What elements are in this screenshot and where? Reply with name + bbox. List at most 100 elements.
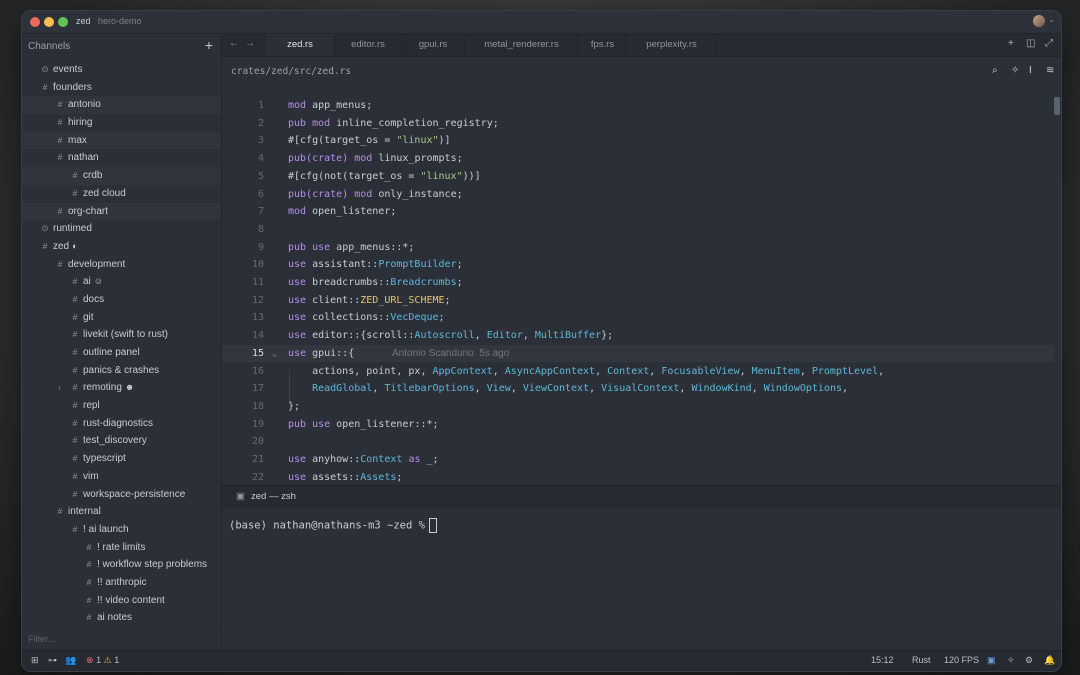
channel-item[interactable]: # outline panel — [22, 344, 221, 362]
code-line[interactable]: 17 ReadGlobal, TitlebarOptions, View, Vi… — [222, 380, 1054, 398]
channel-item[interactable]: # ai ☺ — [22, 273, 221, 291]
code-line[interactable]: 11 use breadcrumbs::Breadcrumbs; — [222, 274, 1054, 292]
code-line[interactable]: 19 pub use open_listener::*; — [222, 416, 1054, 434]
code-line[interactable]: 14 use editor::{scroll::Autoscroll, Edito… — [222, 327, 1054, 345]
channel-item[interactable]: # org-chart — [22, 202, 221, 221]
channel-item[interactable]: # test_discovery — [22, 432, 221, 450]
back-arrow-icon[interactable]: ← — [229, 38, 239, 49]
code-line[interactable]: 8 — [222, 221, 1054, 239]
channel-item[interactable]: # development — [22, 256, 221, 274]
code-line[interactable]: 10 use assistant::PromptBuilder; — [222, 256, 1054, 274]
channel-item[interactable]: # ! ai launch — [22, 521, 221, 539]
project-panel-icon[interactable]: ⊞ — [31, 655, 39, 666]
terminal-prompt[interactable]: (base) nathan@nathans-m3 ~zed % — [229, 518, 437, 533]
channel-item[interactable]: # panics & crashes — [22, 362, 221, 380]
cursor-position[interactable]: 15:12 — [871, 655, 894, 665]
channel-item[interactable]: ⊙ events — [22, 61, 221, 79]
code-line[interactable]: 6 pub(crate) mod only_instance; — [222, 186, 1054, 204]
tab-4[interactable]: metal_renderer.rs — [465, 34, 579, 56]
tab-6[interactable]: perplexity.rs — [627, 34, 717, 56]
code-line[interactable]: 15 ⌄ use gpui::{Antonio Scandurio 5s ago — [222, 344, 1054, 363]
channel-item[interactable]: # git — [22, 309, 221, 327]
add-channel-button[interactable]: + — [205, 37, 213, 53]
channel-item[interactable]: # max — [22, 131, 221, 150]
tab-3[interactable]: gpui.rs — [402, 34, 465, 56]
channel-item[interactable]: ⊙ runtimed — [22, 220, 221, 238]
channel-item[interactable]: # !! video content — [22, 592, 221, 610]
code-line[interactable]: 5 #[cfg(not(target_os = "linux"))] — [222, 168, 1054, 186]
fold-chevron-icon[interactable]: ⌄ — [272, 345, 277, 363]
breadcrumb[interactable]: crates/zed/src/zed.rs — [231, 66, 351, 77]
channel-item[interactable]: # founders — [22, 79, 221, 97]
code-line[interactable]: 2 pub mod inline_completion_registry; — [222, 115, 1054, 133]
channel-item[interactable]: # crdb — [22, 167, 221, 185]
code-line[interactable]: 1 mod app_menus; — [222, 97, 1054, 115]
code-line[interactable]: 20 — [222, 433, 1054, 451]
tab-2[interactable]: editor.rs — [335, 34, 402, 56]
editor-scrollbar[interactable] — [1054, 97, 1060, 115]
settings-icon[interactable]: ≋ — [1046, 65, 1054, 76]
line-number: 20 — [251, 436, 264, 448]
code-line[interactable]: 22 use assets::Assets; — [222, 469, 1054, 485]
channel-item[interactable]: # ai notes — [22, 609, 221, 627]
code-line[interactable]: 3 #[cfg(target_os = "linux")] — [222, 132, 1054, 150]
channel-item[interactable]: # workspace-persistence — [22, 486, 221, 504]
chevron-down-icon[interactable]: ⌄ — [1048, 15, 1055, 24]
channel-item[interactable]: # rust-diagnostics — [22, 415, 221, 433]
code-line[interactable]: 16 actions, point, px, AppContext, Async… — [222, 363, 1054, 381]
channel-item[interactable]: # ! workflow step problems — [22, 556, 221, 574]
terminal-tab[interactable]: ▣ zed — zsh — [236, 491, 296, 502]
channel-item[interactable]: # internal — [22, 503, 221, 521]
channel-item[interactable]: # repl — [22, 397, 221, 415]
branch-name[interactable]: hero-demo — [98, 16, 142, 26]
code-line[interactable]: 18}; — [222, 398, 1054, 416]
tab-5[interactable]: fps.rs — [579, 34, 627, 56]
code-line[interactable]: 21 use anyhow::Context as _; — [222, 451, 1054, 469]
channel-item[interactable]: # hiring — [22, 114, 221, 132]
code-line[interactable]: 12 use client::ZED_URL_SCHEME; — [222, 292, 1054, 310]
channel-item[interactable]: # nathan — [22, 149, 221, 167]
text-cursor-icon[interactable]: I — [1029, 65, 1032, 76]
tab-1[interactable]: zed.rs — [266, 34, 335, 56]
code-line[interactable]: 13 use collections::VecDeque; — [222, 309, 1054, 327]
filter-input[interactable]: Filter... — [28, 634, 55, 644]
forward-arrow-icon[interactable]: → — [245, 38, 255, 49]
inline-blame[interactable]: Antonio Scandurio 5s ago — [392, 345, 509, 363]
code-line[interactable]: 4 pub(crate) mod linux_prompts; — [222, 150, 1054, 168]
code-token: , — [799, 365, 812, 377]
user-avatar[interactable] — [1033, 15, 1045, 27]
channel-item[interactable]: › # remoting ☻ — [22, 379, 221, 397]
channel-item[interactable]: # ! rate limits — [22, 539, 221, 557]
project-name[interactable]: zed — [76, 16, 91, 26]
terminal-panel[interactable]: (base) nathan@nathans-m3 ~zed % — [222, 508, 1061, 650]
channel-item[interactable]: # docs — [22, 291, 221, 309]
language-selector[interactable]: Rust — [912, 655, 931, 665]
git-panel-icon[interactable]: ⊶ — [48, 655, 57, 666]
channel-item[interactable]: # vim — [22, 468, 221, 486]
diagnostics-summary[interactable]: ⊗ 1 ⚠ 1 — [86, 655, 119, 666]
channel-item[interactable]: # antonio — [22, 96, 221, 115]
vim-mode-icon[interactable]: ▣ — [987, 655, 996, 666]
code-line[interactable]: 7 mod open_listener; — [222, 203, 1054, 221]
assistant-icon[interactable]: ✧ — [1011, 65, 1019, 76]
channel-item[interactable]: # livekit (swift to rust) — [22, 326, 221, 344]
code-text: #[cfg(target_os = "linux")] — [288, 132, 451, 150]
notification-bell-icon[interactable]: 🔔 — [1044, 655, 1055, 666]
assistant-icon[interactable]: ⚙ — [1025, 655, 1033, 666]
code-editor[interactable]: 1 mod app_menus; 2 pub mod inline_completio… — [222, 86, 1061, 485]
channel-item[interactable]: # zed cloud — [22, 185, 221, 203]
channel-item[interactable]: # typescript — [22, 450, 221, 468]
collab-panel-icon[interactable]: 👥 — [65, 655, 76, 666]
search-icon[interactable]: ⌕ — [992, 65, 998, 76]
code-line[interactable]: 9 pub use app_menus::*; — [222, 239, 1054, 257]
plus-icon[interactable]: + — [1008, 38, 1014, 49]
chevron-right-icon[interactable]: › — [58, 379, 61, 397]
expand-icon[interactable]: ⤢ — [1045, 38, 1053, 49]
channel-item[interactable]: # !! anthropic — [22, 574, 221, 592]
split-pane-icon[interactable]: ◫ — [1026, 38, 1035, 49]
feedback-icon[interactable]: ✧ — [1007, 655, 1015, 666]
maximize-window-button[interactable] — [58, 17, 68, 27]
close-window-button[interactable] — [30, 17, 40, 27]
channel-item[interactable]: # zed ◐ — [22, 238, 221, 256]
minimize-window-button[interactable] — [44, 17, 54, 27]
